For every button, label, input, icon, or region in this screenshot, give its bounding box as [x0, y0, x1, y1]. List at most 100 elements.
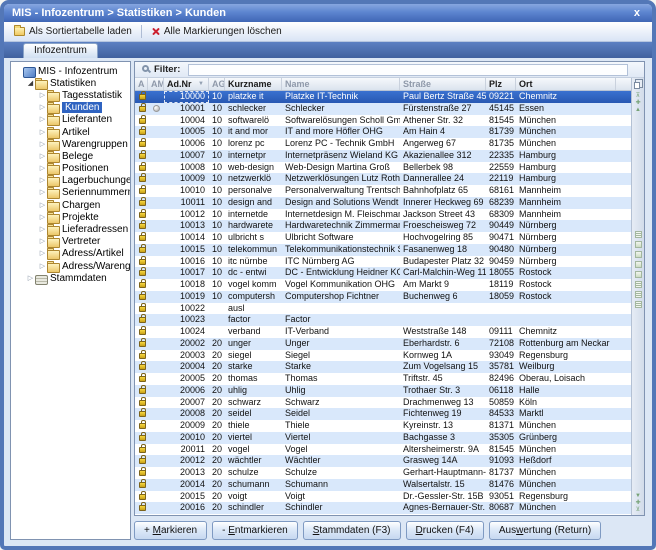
table-row[interactable]: 2000820seidelSeidelFichtenweg 1984533Mar… [135, 408, 631, 420]
copy-pages-icon[interactable] [634, 82, 640, 89]
tree-item-positionen[interactable]: ▷Positionen [11, 163, 130, 175]
table-row[interactable]: 2000920thieleThieleKyreinstr. 1381371Mün… [135, 420, 631, 432]
expand-icon[interactable]: ▷ [38, 103, 47, 112]
table-row[interactable]: 2001520voigtVoigtDr.-Gessler-Str. 15B930… [135, 491, 631, 503]
stammdaten-button[interactable]: Stammdaten (F3) [303, 521, 401, 540]
table-row[interactable]: 1001110design andDesign and Solutions We… [135, 197, 631, 209]
table-row[interactable]: 2000620uhligUhligTrothaer Str. 306118Hal… [135, 385, 631, 397]
column-header-ag[interactable]: AG [209, 78, 225, 90]
expand-icon[interactable]: ▷ [38, 91, 47, 100]
table-row[interactable]: 1000910netzwerklöNetzwerklösungen Lutz R… [135, 173, 631, 185]
list-icon[interactable] [635, 281, 642, 288]
title-bar[interactable]: MIS - Infozentrum > Statistiken > Kunden… [4, 4, 652, 22]
table-row[interactable]: 1000610lorenz pcLorenz PC - Technik GmbH… [135, 138, 631, 150]
expand-icon[interactable]: ▷ [38, 262, 47, 271]
tree-item-chargen[interactable]: ▷Chargen [11, 199, 130, 211]
column-header-name[interactable]: Name [282, 78, 400, 90]
expand-icon[interactable]: ▷ [26, 274, 35, 283]
column-header-kurz[interactable]: Kurzname [225, 78, 282, 90]
scroll-bottom-icon[interactable]: ⊻ [636, 507, 640, 513]
expand-icon[interactable]: ▷ [38, 213, 47, 222]
table-row[interactable]: 2001620schindlerSchindlerAgnes-Bernauer-… [135, 502, 631, 514]
expand-icon[interactable]: ▷ [38, 164, 47, 173]
expand-icon[interactable]: ▷ [38, 128, 47, 137]
row-down-icon[interactable]: ▼ [635, 493, 641, 499]
filter-input[interactable] [188, 64, 628, 76]
tree-item-kunden[interactable]: ▷Kunden [11, 102, 130, 114]
expand-icon[interactable]: ▷ [38, 152, 47, 161]
table-row[interactable]: 1000410softwarelöSoftwarelösungen Scholl… [135, 115, 631, 127]
table-row[interactable]: 2001120vogelVogelAltersheimerstr. 9A8154… [135, 444, 631, 456]
table-row[interactable]: 2001420schumannSchumannWalsertalstr. 158… [135, 479, 631, 491]
tree-item-lieferadressen[interactable]: ▷Lieferadressen [11, 223, 130, 235]
scroll-top-icon[interactable]: ⊼ [636, 93, 640, 99]
expand-icon[interactable]: ▷ [38, 201, 47, 210]
markieren-button[interactable]: + Markieren [134, 521, 207, 540]
column-header-plz[interactable]: Plz [486, 78, 516, 90]
table-row[interactable]: 1000110schleckerSchleckerFürstenstraße 2… [135, 103, 631, 115]
search-icon[interactable] [635, 241, 642, 248]
table-row[interactable]: 1000010platzke itPlatzke IT-TechnikPaul … [135, 91, 631, 103]
expand-icon[interactable]: ▷ [38, 140, 47, 149]
tree-item-warengruppen[interactable]: ▷Warengruppen [11, 138, 130, 150]
table-row[interactable]: 2000420starkeStarkeZum Vogelsang 1535781… [135, 361, 631, 373]
tree-item-adress-warengruppen[interactable]: ▷Adress/Warengruppen [11, 260, 130, 272]
expand-icon[interactable]: ▷ [38, 225, 47, 234]
drucken-button[interactable]: Drucken (F4) [406, 521, 484, 540]
list-icon[interactable] [635, 291, 642, 298]
tree-item-stammdaten[interactable]: ▷Stammdaten [11, 272, 130, 284]
table-row[interactable]: 1001410ulbricht sUlbricht SoftwareHochvo… [135, 232, 631, 244]
column-header-am[interactable]: AM [148, 78, 164, 90]
table-row[interactable]: 1000510it and morIT and more Höfler OHGA… [135, 126, 631, 138]
table-row[interactable]: 1001210internetdeInternetdesign M. Fleis… [135, 209, 631, 221]
table-row[interactable]: 2000720schwarzSchwarzDrachmenweg 1350859… [135, 397, 631, 409]
scroll-down-icon[interactable]: ✚ [635, 500, 640, 506]
list-icon[interactable] [635, 301, 642, 308]
tree-item-adress-artikel[interactable]: ▷Adress/Artikel [11, 248, 130, 260]
scroll-up-icon[interactable]: ✚ [635, 100, 640, 106]
tree-item-seriennummern[interactable]: ▷Seriennummern [11, 187, 130, 199]
table-row[interactable]: 1001910computershComputershop FichtnerBu… [135, 291, 631, 303]
collapse-icon[interactable]: ◢ [26, 79, 35, 88]
table-row[interactable]: 1001710dc - entwiDC - Entwicklung Heidne… [135, 267, 631, 279]
table-row[interactable]: 1001310hardwareteHardwaretechnik Zimmerm… [135, 220, 631, 232]
table-row[interactable]: 2001020viertelViertelBachgasse 335305Grü… [135, 432, 631, 444]
tree-item-statistiken[interactable]: ◢Statistiken [11, 77, 130, 89]
expand-icon[interactable]: ▷ [38, 176, 47, 185]
tab-infozentrum[interactable]: Infozentrum [23, 43, 98, 58]
tree-item-mis-infozentrum[interactable]: MIS - Infozentrum [11, 65, 130, 77]
clear-marks-button[interactable]: Alle Markierungen löschen [145, 24, 288, 39]
table-row[interactable]: 2000220ungerUngerEberhardstr. 672108Rott… [135, 338, 631, 350]
column-header-a[interactable]: A [135, 78, 148, 90]
tree-item-artikel[interactable]: ▷Artikel [11, 126, 130, 138]
load-sorttable-button[interactable]: Als Sortiertabelle laden [8, 24, 138, 39]
table-row[interactable]: 10022ausl [135, 303, 631, 315]
table-row[interactable]: 2000520thomasThomasTriftstr. 4582496Ober… [135, 373, 631, 385]
table-row[interactable]: 1001510telekommunTelekommunikationstechn… [135, 244, 631, 256]
auswertung-button[interactable]: Auswertung (Return) [489, 521, 601, 540]
row-up-icon[interactable]: ▲ [635, 107, 641, 113]
column-header-adnr[interactable]: Ad.Nr▼ [164, 78, 209, 90]
table-row[interactable]: 1000810web-designWeb-Design Martina Groß… [135, 162, 631, 174]
table-row[interactable]: 10023factorFactor [135, 314, 631, 326]
tree-item-tagesstatistik[interactable]: ▷Tagesstatistik [11, 89, 130, 101]
table-row[interactable]: 1001810vogel kommVogel Kommunikation OHG… [135, 279, 631, 291]
table-row[interactable]: 2001220wächtlerWächtlerGrasweg 14A91093H… [135, 455, 631, 467]
column-header-str[interactable]: Straße [400, 78, 486, 90]
save-icon[interactable] [635, 251, 642, 258]
tree-item-lagerbuchungen[interactable]: ▷Lagerbuchungen [11, 175, 130, 187]
expand-icon[interactable]: ▷ [38, 249, 47, 258]
tree-item-vertreter[interactable]: ▷Vertreter [11, 236, 130, 248]
expand-icon[interactable]: ▷ [38, 188, 47, 197]
filter-funnel-icon[interactable] [635, 261, 642, 268]
column-header-ort[interactable]: Ort [516, 78, 616, 90]
close-button[interactable]: x [630, 7, 644, 19]
tree-item-projekte[interactable]: ▷Projekte [11, 211, 130, 223]
tree-item-lieferanten[interactable]: ▷Lieferanten [11, 114, 130, 126]
table-row[interactable]: 2000320siegelSiegelKornweg 1A93049Regens… [135, 350, 631, 362]
expand-icon[interactable]: ▷ [38, 237, 47, 246]
table-row[interactable]: 10024verbandIT-VerbandWeststraße 1480911… [135, 326, 631, 338]
tree-item-belege[interactable]: ▷Belege [11, 150, 130, 162]
table-row[interactable]: 1001610itc nürnbeITC Nürnberg AGBudapest… [135, 256, 631, 268]
table-row[interactable]: 1001010personalvePersonalverwaltung Tren… [135, 185, 631, 197]
